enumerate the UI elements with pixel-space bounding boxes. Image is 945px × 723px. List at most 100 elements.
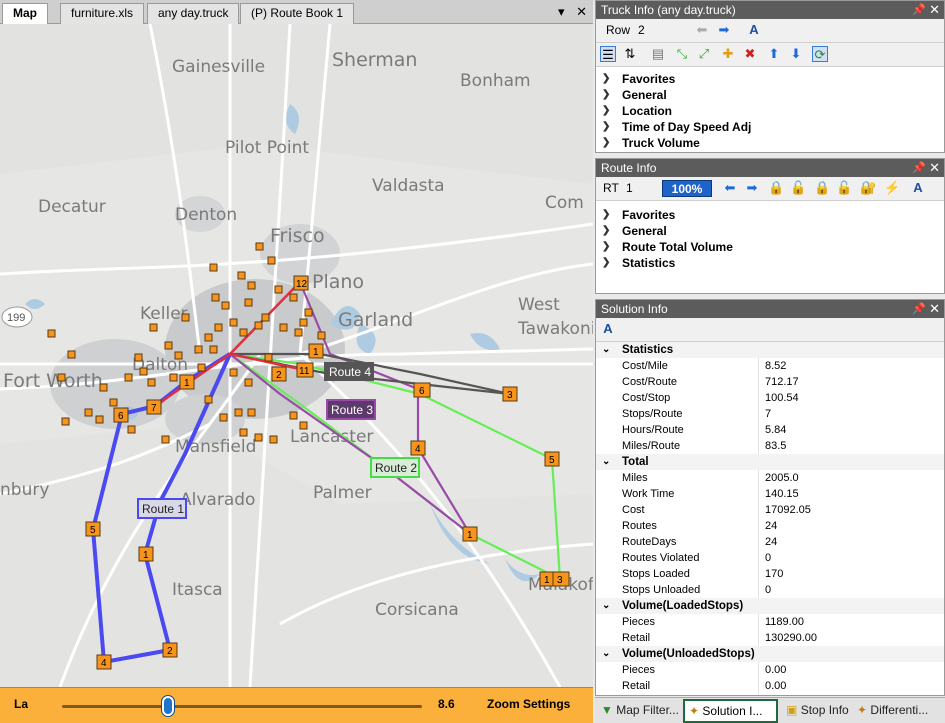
- stop-dot[interactable]: [149, 323, 158, 332]
- stop-marker[interactable]: 3: [502, 386, 518, 402]
- stop-marker[interactable]: 1: [179, 374, 195, 390]
- stop-marker[interactable]: 2: [271, 366, 287, 382]
- tree-group-general[interactable]: ❯ General: [596, 87, 944, 103]
- stop-dot[interactable]: [221, 301, 230, 310]
- stop-dot[interactable]: [204, 333, 213, 342]
- stop-dot[interactable]: [289, 411, 298, 420]
- grid-row[interactable]: Cost/Mile 8.52: [596, 358, 944, 374]
- stop-dot[interactable]: [279, 323, 288, 332]
- pin-icon[interactable]: 📌: [912, 159, 926, 177]
- stop-dot[interactable]: [161, 435, 170, 444]
- grid-row[interactable]: Routes Violated 0: [596, 550, 944, 566]
- stop-dot[interactable]: [194, 345, 203, 354]
- stop-marker[interactable]: 2: [162, 642, 178, 658]
- font-style-icon[interactable]: A: [746, 22, 762, 38]
- route-4-label[interactable]: Route 4: [324, 362, 374, 381]
- grid-row[interactable]: Stops/Route 7: [596, 406, 944, 422]
- grid-row[interactable]: Cost 17092.05: [596, 502, 944, 518]
- rt-value[interactable]: 1: [626, 181, 633, 195]
- stop-dot[interactable]: [139, 367, 148, 376]
- grid-row[interactable]: Cost/Route 712.17: [596, 374, 944, 390]
- stop-dot[interactable]: [244, 378, 253, 387]
- close-icon[interactable]: ✕: [929, 159, 940, 177]
- tree-group-time-of-day[interactable]: ❯ Time of Day Speed Adj: [596, 119, 944, 135]
- stop-dot[interactable]: [274, 285, 283, 294]
- next-arrow-icon[interactable]: ➡: [744, 180, 760, 196]
- unlock-all-icon[interactable]: 🔓: [836, 180, 852, 196]
- map-svg[interactable]: Gainesville Sherman Bonham Pilot Point V…: [0, 24, 593, 687]
- stop-dot[interactable]: [84, 408, 93, 417]
- grid-row[interactable]: Stops Unloaded 0: [596, 582, 944, 598]
- stop-dot[interactable]: [247, 281, 256, 290]
- tree-group-route-total-volume[interactable]: ❯ Route Total Volume: [596, 239, 944, 255]
- close-icon[interactable]: ✕: [929, 1, 940, 19]
- stop-dot[interactable]: [294, 328, 303, 337]
- stop-dot[interactable]: [134, 353, 143, 362]
- stop-dot[interactable]: [211, 293, 220, 302]
- tab-dropdown-icon[interactable]: ▾: [558, 4, 565, 19]
- sort-alpha-icon[interactable]: ⇅: [622, 46, 638, 62]
- stop-marker[interactable]: 6: [113, 407, 129, 423]
- stop-marker[interactable]: 11: [296, 362, 314, 378]
- stop-dot[interactable]: [229, 318, 238, 327]
- stop-dot[interactable]: [244, 298, 253, 307]
- stop-dot[interactable]: [61, 417, 70, 426]
- grid-row[interactable]: Miles/Route 83.5: [596, 438, 944, 454]
- grid-section-total[interactable]: ⌄ Total: [596, 454, 944, 470]
- stop-dot[interactable]: [209, 345, 218, 354]
- stop-dot[interactable]: [214, 323, 223, 332]
- stop-marker[interactable]: 5: [85, 521, 101, 537]
- stop-dot[interactable]: [209, 263, 218, 272]
- collapse-all-icon[interactable]: ⤢: [696, 46, 712, 62]
- tab-close-icon[interactable]: ✕: [576, 4, 587, 19]
- stop-marker[interactable]: 3: [552, 571, 570, 587]
- stop-dot[interactable]: [67, 350, 76, 359]
- stop-dot[interactable]: [317, 331, 326, 340]
- stop-dot[interactable]: [237, 271, 246, 280]
- stop-dot[interactable]: [269, 435, 278, 444]
- stop-marker[interactable]: 7: [146, 399, 162, 415]
- lock-icon[interactable]: 🔒: [768, 180, 784, 196]
- refresh-icon[interactable]: ⟳: [812, 46, 828, 62]
- grid-section-volume-unloadedstops-[interactable]: ⌄ Volume(UnloadedStops): [596, 646, 944, 662]
- tree-group-favorites[interactable]: ❯ Favorites: [596, 71, 944, 87]
- stop-dot[interactable]: [197, 363, 206, 372]
- stop-dot[interactable]: [247, 408, 256, 417]
- tab-differential[interactable]: ✦ Differenti...: [853, 701, 928, 721]
- stop-marker[interactable]: 5: [544, 451, 560, 467]
- map-canvas[interactable]: Gainesville Sherman Bonham Pilot Point V…: [0, 24, 593, 687]
- stop-dot[interactable]: [219, 413, 228, 422]
- stop-dot[interactable]: [47, 329, 56, 338]
- next-arrow-icon[interactable]: ➡: [716, 22, 732, 38]
- move-up-icon[interactable]: ⬆: [766, 46, 782, 62]
- tab-any-day-truck[interactable]: any day.truck: [147, 3, 240, 24]
- lock-add-icon[interactable]: 🔐: [860, 180, 876, 196]
- tab-furniture-xls[interactable]: furniture.xls: [60, 3, 145, 24]
- grid-row[interactable]: Hours/Route 5.84: [596, 422, 944, 438]
- unlock-icon[interactable]: 🔓: [790, 180, 806, 196]
- zoom-slider-track[interactable]: [62, 705, 422, 708]
- grid-row[interactable]: RouteDays 24: [596, 534, 944, 550]
- grid-row[interactable]: Cost/Stop 100.54: [596, 390, 944, 406]
- expand-all-icon[interactable]: ⤡: [674, 46, 690, 62]
- route-2-label[interactable]: Route 2: [370, 457, 420, 478]
- stop-dot[interactable]: [289, 293, 298, 302]
- stop-dot[interactable]: [127, 425, 136, 434]
- stop-dot[interactable]: [204, 395, 213, 404]
- stop-dot[interactable]: [164, 341, 173, 350]
- tab-map[interactable]: Map: [2, 3, 48, 25]
- remove-favorite-icon[interactable]: ✖: [742, 46, 758, 62]
- grid-row[interactable]: Routes 24: [596, 518, 944, 534]
- property-pages-icon[interactable]: ▤: [650, 46, 666, 62]
- grid-row[interactable]: Pieces 1189.00: [596, 614, 944, 630]
- stop-marker[interactable]: 6: [413, 382, 431, 398]
- close-icon[interactable]: ✕: [929, 300, 940, 318]
- stop-dot[interactable]: [239, 428, 248, 437]
- pin-icon[interactable]: 📌: [912, 300, 926, 318]
- grid-row[interactable]: Retail 130290.00: [596, 630, 944, 646]
- grid-row[interactable]: Retail 0.00: [596, 678, 944, 694]
- stop-dot[interactable]: [99, 383, 108, 392]
- stop-dot[interactable]: [169, 373, 178, 382]
- grid-section-statistics[interactable]: ⌄ Statistics: [596, 342, 944, 358]
- tab-map-filter[interactable]: ▼ Map Filter...: [597, 701, 679, 721]
